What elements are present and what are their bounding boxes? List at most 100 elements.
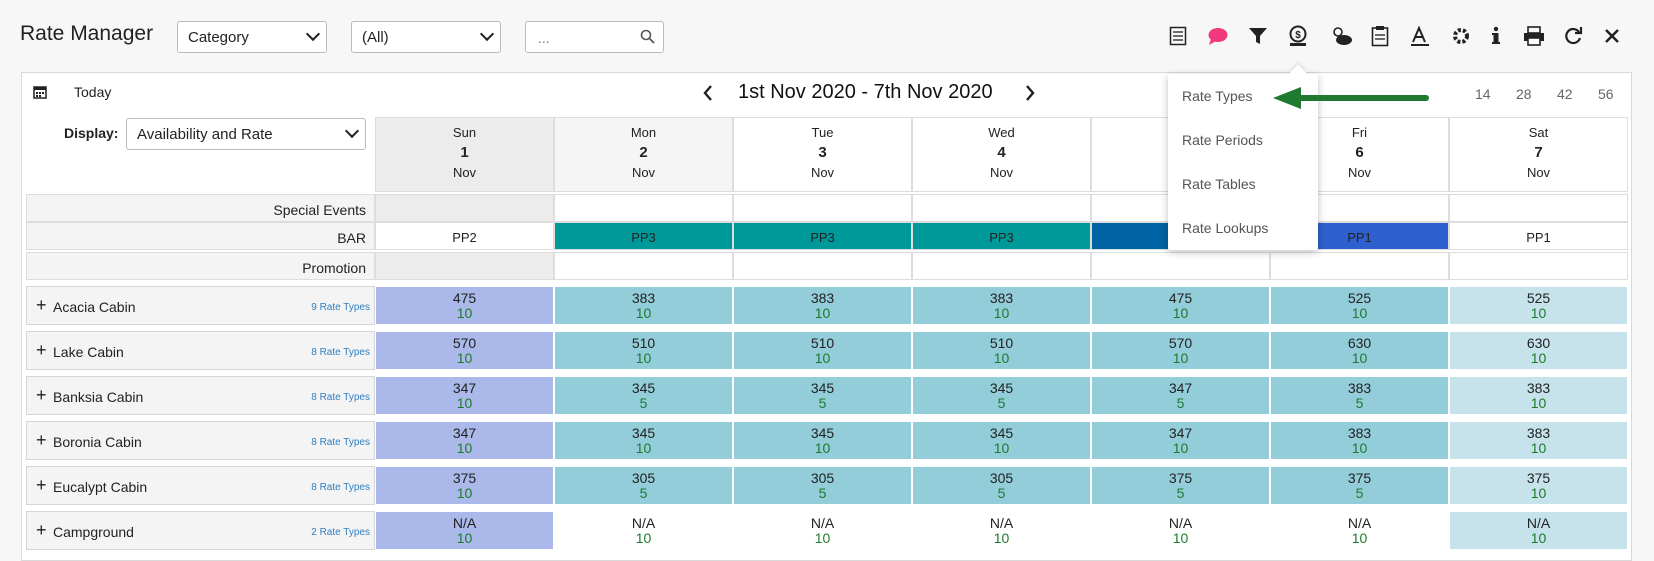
category-select[interactable]: Category [177, 21, 327, 53]
promotion-cell[interactable] [375, 252, 554, 280]
rate-cell[interactable]: 383 10 [1449, 376, 1628, 415]
rate-cell[interactable]: N/A 10 [912, 511, 1091, 550]
span-option-14[interactable]: 14 [1475, 86, 1491, 102]
refresh-icon[interactable] [1561, 24, 1585, 48]
rate-cell[interactable]: 345 5 [554, 376, 733, 415]
expand-plus-icon[interactable]: + [36, 385, 47, 406]
weather-icon[interactable] [1330, 24, 1354, 48]
rate-cell[interactable]: 383 5 [1270, 376, 1449, 415]
close-icon[interactable] [1600, 24, 1624, 48]
special-events-cell[interactable] [912, 194, 1091, 222]
rate-cell[interactable]: 305 5 [733, 466, 912, 505]
rate-cell[interactable]: 475 10 [375, 286, 554, 325]
rate-cell[interactable]: 570 10 [375, 331, 554, 370]
rate-cell[interactable]: 345 5 [733, 376, 912, 415]
rate-cell[interactable]: 570 10 [1091, 331, 1270, 370]
expand-plus-icon[interactable]: + [36, 340, 47, 361]
rate-types-link[interactable]: 8 Rate Types [311, 437, 370, 448]
rate-cell[interactable]: N/A 10 [1091, 511, 1270, 550]
rate-cell[interactable]: 510 10 [733, 331, 912, 370]
promotion-cell[interactable] [1270, 252, 1449, 280]
rate-types-link[interactable]: 2 Rate Types [311, 527, 370, 538]
rate-types-link[interactable]: 9 Rate Types [311, 302, 370, 313]
bar-cell[interactable]: PP2 [375, 222, 554, 250]
search-icon[interactable] [640, 29, 655, 49]
rate-cell[interactable]: 383 10 [554, 286, 733, 325]
rate-cell[interactable]: 305 5 [554, 466, 733, 505]
room-row-label[interactable]: + Banksia Cabin 8 Rate Types [26, 376, 375, 415]
bar-cell[interactable]: PP3 [912, 222, 1091, 250]
rate-cell[interactable]: 347 10 [1091, 421, 1270, 460]
special-events-cell[interactable] [733, 194, 912, 222]
promotion-cell[interactable] [1449, 252, 1628, 280]
rate-cell[interactable]: N/A 10 [733, 511, 912, 550]
bar-cell[interactable]: PP1 [1449, 222, 1628, 250]
special-events-cell[interactable] [1449, 194, 1628, 222]
list-icon[interactable] [1166, 24, 1190, 48]
expand-plus-icon[interactable]: + [36, 520, 47, 541]
rate-cell[interactable]: 345 5 [912, 376, 1091, 415]
rate-cell[interactable]: 525 10 [1270, 286, 1449, 325]
room-row-label[interactable]: + Eucalypt Cabin 8 Rate Types [26, 466, 375, 505]
chat-icon[interactable] [1206, 24, 1230, 48]
bar-cell[interactable]: PP3 [733, 222, 912, 250]
rate-cell[interactable]: 383 10 [1449, 421, 1628, 460]
chevron-right-icon[interactable] [1024, 82, 1036, 108]
room-row-label[interactable]: + Lake Cabin 8 Rate Types [26, 331, 375, 370]
expand-plus-icon[interactable]: + [36, 430, 47, 451]
rate-cell[interactable]: 475 10 [1091, 286, 1270, 325]
rate-cell[interactable]: 345 10 [733, 421, 912, 460]
calendar-icon[interactable] [33, 85, 47, 104]
special-events-cell[interactable] [554, 194, 733, 222]
menu-item-rate-tables[interactable]: Rate Tables [1182, 176, 1256, 192]
rate-cell[interactable]: 375 10 [375, 466, 554, 505]
rate-cell[interactable]: N/A 10 [375, 511, 554, 550]
promotion-cell[interactable] [912, 252, 1091, 280]
rate-cell[interactable]: 375 5 [1091, 466, 1270, 505]
chevron-left-icon[interactable] [702, 82, 714, 108]
gear-icon[interactable] [1449, 24, 1473, 48]
all-select[interactable]: (All) [351, 21, 501, 53]
room-row-label[interactable]: + Boronia Cabin 8 Rate Types [26, 421, 375, 460]
rate-cell[interactable]: 383 10 [1270, 421, 1449, 460]
rate-cell[interactable]: 510 10 [554, 331, 733, 370]
rate-cell[interactable]: 375 5 [1270, 466, 1449, 505]
span-option-42[interactable]: 42 [1557, 86, 1573, 102]
menu-item-rate-lookups[interactable]: Rate Lookups [1182, 220, 1268, 236]
rate-cell[interactable]: 347 5 [1091, 376, 1270, 415]
rate-cell[interactable]: 383 10 [912, 286, 1091, 325]
room-row-label[interactable]: + Campground 2 Rate Types [26, 511, 375, 550]
info-icon[interactable] [1484, 24, 1508, 48]
rate-cell[interactable]: N/A 10 [1270, 511, 1449, 550]
rate-types-link[interactable]: 8 Rate Types [311, 392, 370, 403]
rate-cell[interactable]: 347 10 [375, 421, 554, 460]
search-input[interactable] [536, 29, 635, 47]
rate-cell[interactable]: 383 10 [733, 286, 912, 325]
rate-types-link[interactable]: 8 Rate Types [311, 482, 370, 493]
promotion-cell[interactable] [1091, 252, 1270, 280]
display-select[interactable]: Availability and Rate [126, 118, 366, 150]
rate-cell[interactable]: 525 10 [1449, 286, 1628, 325]
promotion-cell[interactable] [554, 252, 733, 280]
rate-types-link[interactable]: 8 Rate Types [311, 347, 370, 358]
bar-cell[interactable]: PP3 [554, 222, 733, 250]
room-row-label[interactable]: + Acacia Cabin 9 Rate Types [26, 286, 375, 325]
rate-cell[interactable]: 305 5 [912, 466, 1091, 505]
span-option-28[interactable]: 28 [1516, 86, 1532, 102]
rate-cell[interactable]: 375 10 [1449, 466, 1628, 505]
search-box[interactable] [525, 21, 664, 53]
menu-item-rate-types[interactable]: Rate Types [1182, 88, 1253, 104]
today-button[interactable]: Today [74, 84, 111, 100]
rate-icon[interactable]: $ [1286, 24, 1310, 48]
rate-cell[interactable]: 345 10 [912, 421, 1091, 460]
rate-cell[interactable]: 345 10 [554, 421, 733, 460]
rate-cell[interactable]: 347 10 [375, 376, 554, 415]
rate-cell[interactable]: N/A 10 [554, 511, 733, 550]
rate-cell[interactable]: N/A 10 [1449, 511, 1628, 550]
rate-cell[interactable]: 630 10 [1270, 331, 1449, 370]
text-icon[interactable] [1408, 24, 1432, 48]
span-option-56[interactable]: 56 [1598, 86, 1614, 102]
promotion-cell[interactable] [733, 252, 912, 280]
rate-cell[interactable]: 630 10 [1449, 331, 1628, 370]
clipboard-icon[interactable] [1368, 24, 1392, 48]
